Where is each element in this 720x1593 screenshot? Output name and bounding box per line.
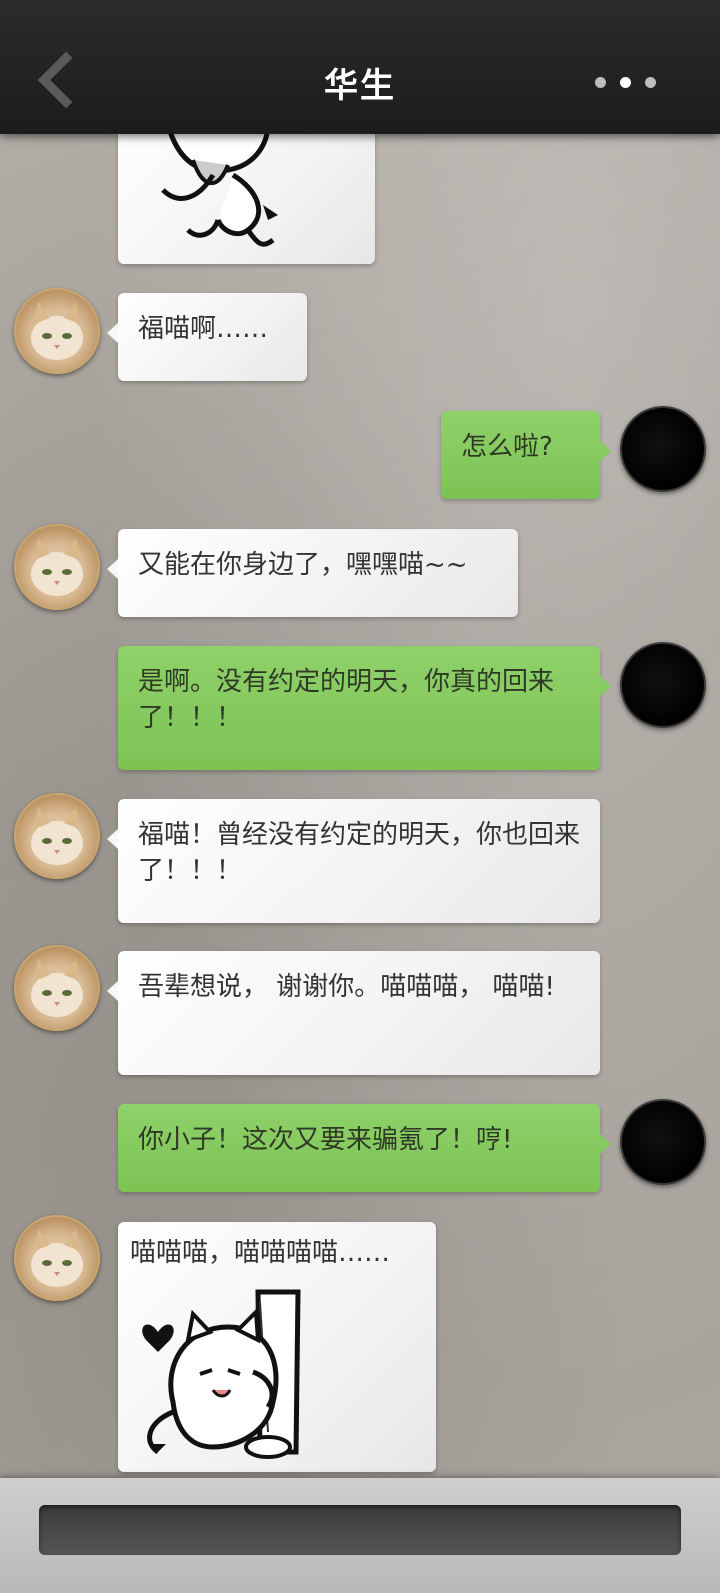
cat-avatar[interactable] xyxy=(14,288,100,374)
message-input[interactable] xyxy=(39,1505,681,1555)
message-bubble-received[interactable]: 福喵啊…… xyxy=(107,293,307,381)
more-dots-icon xyxy=(620,77,631,88)
cat-avatar[interactable] xyxy=(14,1215,100,1301)
message-bubble-received[interactable]: 福喵！曾经没有约定的明天，你也回来了！！！ xyxy=(107,799,600,923)
message-bubble-received[interactable]: 吾辈想说， 谢谢你。喵喵喵， 喵喵! xyxy=(107,951,600,1075)
sticker-message[interactable] xyxy=(118,120,375,264)
message-bubble-received[interactable]: 又能在你身边了，嘿嘿喵~~ xyxy=(107,529,518,617)
user-avatar[interactable] xyxy=(620,1099,706,1185)
cat-avatar[interactable] xyxy=(14,945,100,1031)
more-button[interactable] xyxy=(595,70,675,96)
cat-face-icon xyxy=(31,538,83,596)
more-dots-icon xyxy=(595,77,606,88)
sticker-image xyxy=(142,1289,301,1459)
message-bubble-sent[interactable]: 是啊。没有约定的明天，你真的回来了！！！ xyxy=(118,646,611,770)
cat-face-icon xyxy=(31,302,83,360)
message-bubble-sent[interactable]: 你小子！这次又要来骗氪了！哼! xyxy=(118,1104,611,1192)
more-dots-icon xyxy=(645,77,656,88)
input-bar xyxy=(0,1478,720,1593)
user-avatar[interactable] xyxy=(620,406,706,492)
cat-face-icon xyxy=(31,959,83,1017)
cat-face-icon xyxy=(31,807,83,865)
cat-avatar[interactable] xyxy=(14,793,100,879)
user-avatar[interactable] xyxy=(620,642,706,728)
cat-avatar[interactable] xyxy=(14,524,100,610)
sticker-image xyxy=(161,124,278,247)
header-bar: 华生 xyxy=(0,0,720,134)
sticker-message[interactable]: 喵喵喵，喵喵喵喵…… xyxy=(118,1222,436,1472)
message-bubble-sent[interactable]: 怎么啦? xyxy=(441,411,611,499)
cat-face-icon xyxy=(31,1229,83,1287)
